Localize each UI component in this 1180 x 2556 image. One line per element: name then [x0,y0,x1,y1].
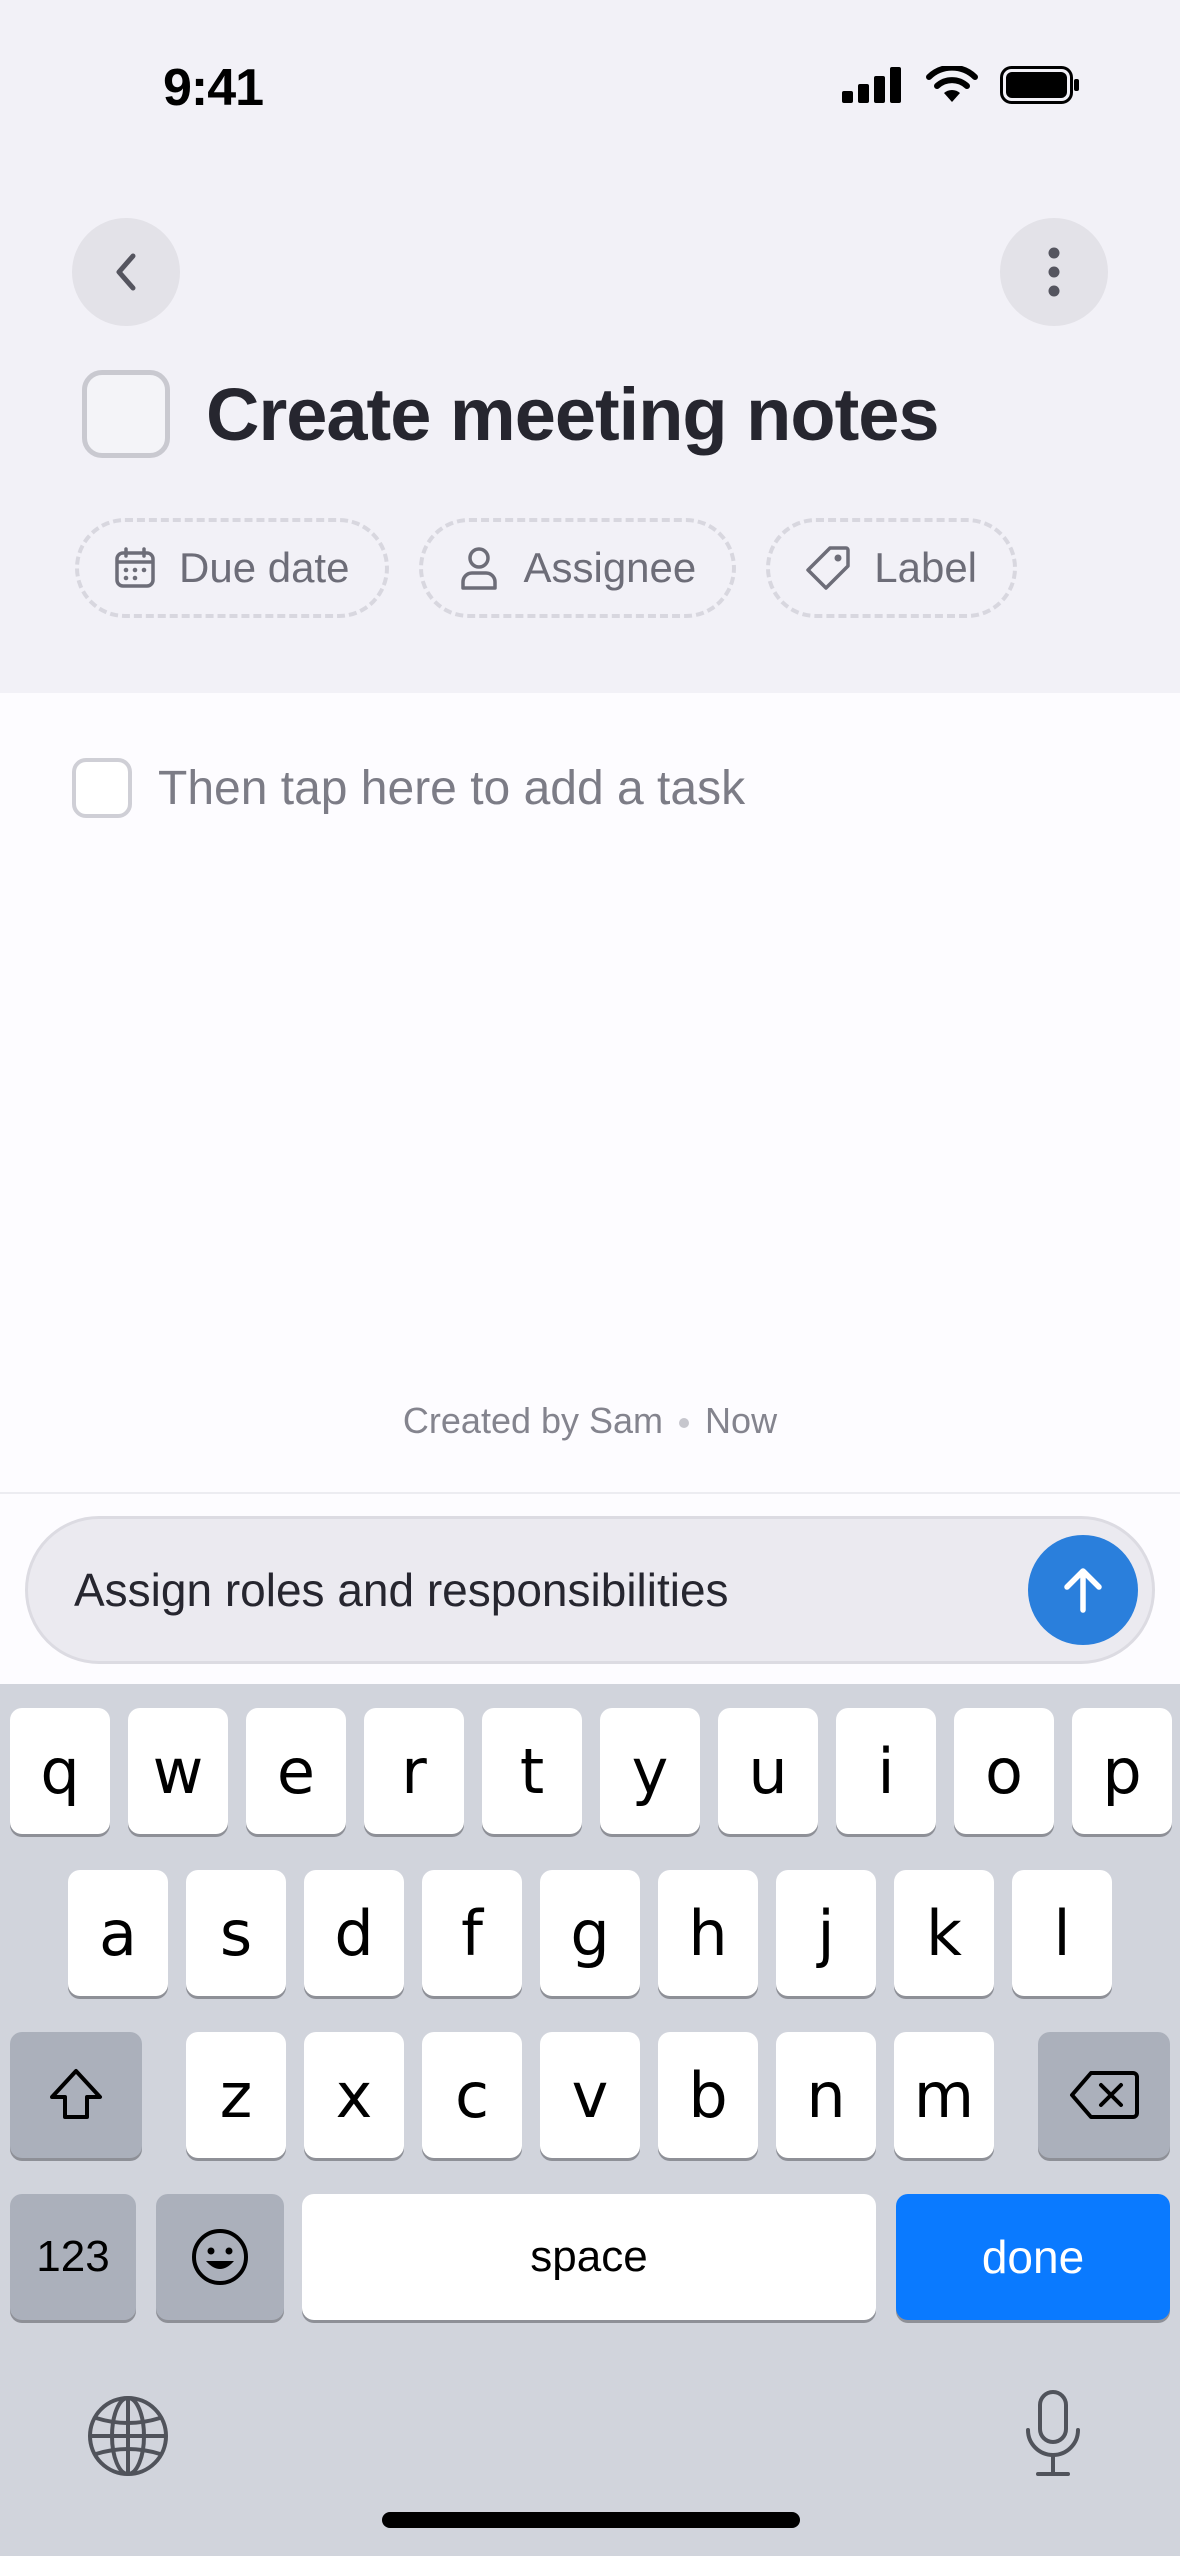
key-u[interactable]: u [718,1708,818,1834]
key-n[interactable]: n [776,2032,876,2158]
assignee-chip[interactable]: Assignee [419,518,737,618]
key-s[interactable]: s [186,1870,286,1996]
key-e[interactable]: e [246,1708,346,1834]
shift-key[interactable] [10,2032,142,2158]
separator-dot [679,1418,690,1429]
task-title[interactable]: Create meeting notes [206,372,940,457]
task-complete-checkbox[interactable] [82,370,170,458]
add-subtask-row[interactable]: Then tap here to add a task [72,758,745,818]
key-x[interactable]: x [304,2032,404,2158]
chevron-left-icon [116,253,136,291]
task-attribute-chips: Due date Assignee Label [75,518,1018,618]
emoji-key[interactable] [156,2194,284,2320]
key-q[interactable]: q [10,1708,110,1834]
home-indicator [382,2512,800,2528]
numbers-key[interactable]: 123 [10,2194,136,2320]
more-vertical-icon [1048,247,1060,297]
due-date-chip-label: Due date [179,544,350,591]
key-j[interactable]: j [776,1870,876,1996]
divider [0,1492,1180,1494]
key-b[interactable]: b [658,2032,758,2158]
wifi-icon [926,66,978,102]
key-a[interactable]: a [68,1870,168,1996]
created-info: Created by Sam Now [0,1400,1180,1442]
key-m[interactable]: m [894,2032,994,2158]
shift-icon [50,2069,102,2119]
key-g[interactable]: g [540,1870,640,1996]
label-chip[interactable]: Label [766,518,1018,618]
created-time-text: Now [705,1400,778,1441]
key-f[interactable]: f [422,1870,522,1996]
emoji-icon [192,2229,248,2285]
label-chip-label: Label [874,544,978,591]
key-p[interactable]: p [1072,1708,1172,1834]
delete-key[interactable] [1038,2032,1170,2158]
key-y[interactable]: y [600,1708,700,1834]
key-k[interactable]: k [894,1870,994,1996]
more-options-button[interactable] [1000,218,1108,326]
status-time: 9:41 [163,59,264,117]
due-date-chip[interactable]: Due date [75,518,390,618]
key-o[interactable]: o [954,1708,1054,1834]
key-h[interactable]: h [658,1870,758,1996]
status-icons [842,66,1080,104]
add-subtask-placeholder[interactable]: Then tap here to add a task [158,761,745,816]
subtask-checkbox[interactable] [72,758,132,818]
key-r[interactable]: r [364,1708,464,1834]
globe-icon[interactable] [86,2394,170,2478]
arrow-up-icon [1064,1568,1102,1613]
key-i[interactable]: i [836,1708,936,1834]
signal-icon [842,67,901,103]
tag-icon [806,546,850,590]
created-by-text: Created by Sam [402,1400,664,1441]
battery-icon [1000,66,1079,104]
key-v[interactable]: v [540,2032,640,2158]
send-button[interactable] [1028,1535,1138,1645]
back-button[interactable] [72,218,180,326]
space-key[interactable]: space [302,2194,876,2320]
assignee-chip-label: Assignee [523,544,697,591]
key-w[interactable]: w [128,1708,228,1834]
key-l[interactable]: l [1012,1870,1112,1996]
key-c[interactable]: c [422,2032,522,2158]
task-composer [25,1516,1155,1664]
done-key[interactable]: done [896,2194,1170,2320]
key-t[interactable]: t [482,1708,582,1834]
key-d[interactable]: d [304,1870,404,1996]
person-icon [461,547,498,590]
calendar-icon [115,547,155,588]
task-title-row: Create meeting notes [82,370,940,458]
key-z[interactable]: z [186,2032,286,2158]
backspace-icon [1070,2071,1139,2119]
microphone-icon[interactable] [1020,2388,1086,2480]
new-task-input[interactable] [74,1563,1034,1617]
